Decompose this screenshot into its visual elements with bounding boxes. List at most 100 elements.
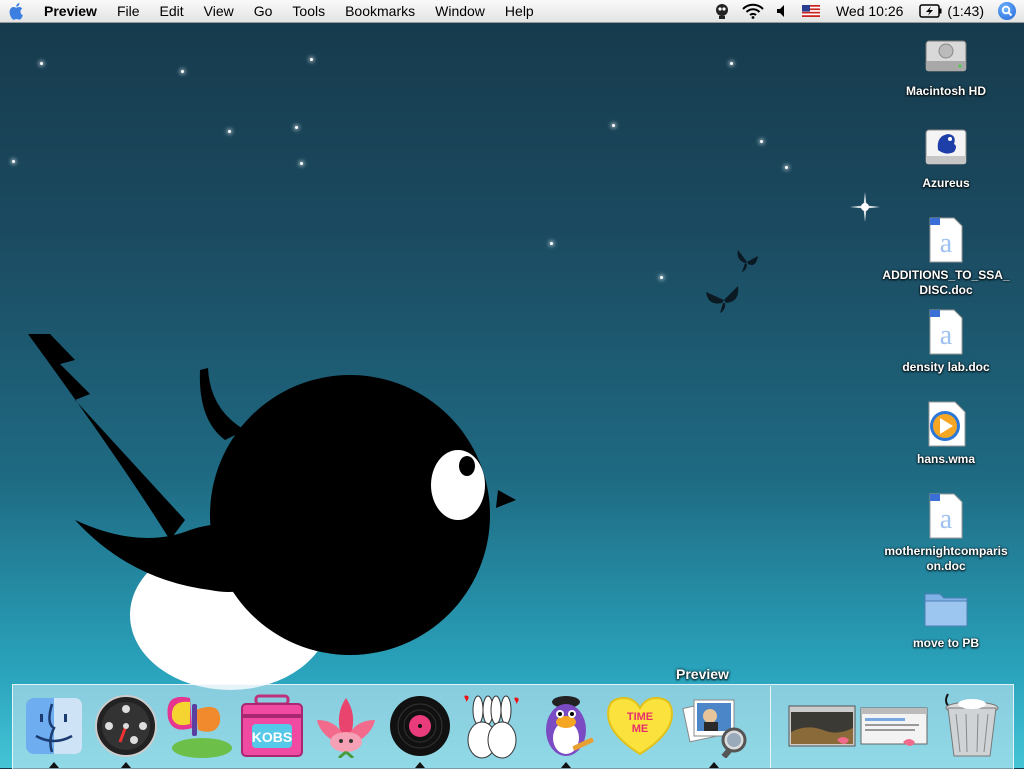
- menu-file[interactable]: File: [107, 0, 150, 22]
- desktop-icon-label: hans.wma: [916, 452, 976, 466]
- star: [295, 126, 298, 129]
- hard-drive-icon: [923, 32, 969, 80]
- dock-separator: [770, 686, 771, 768]
- menu-app-name[interactable]: Preview: [34, 0, 107, 22]
- toolbox-icon: KOBS: [241, 694, 303, 757]
- dock-item-dashboard[interactable]: [90, 690, 162, 762]
- dock-item-minimized-window-2[interactable]: [858, 690, 930, 762]
- candy-heart-icon: TIME ME: [606, 696, 674, 756]
- azureus-disk-icon: [923, 124, 969, 172]
- desktop-icon-mothernight-doc[interactable]: a mothernightcomparis on.doc: [876, 492, 1016, 574]
- svg-text:KOBS: KOBS: [252, 729, 292, 745]
- candy-heart-text-bottom: ME: [632, 723, 649, 735]
- clock[interactable]: Wed 10:26: [826, 3, 913, 19]
- desktop-icon-additions-doc[interactable]: a ADDITIONS_TO_SSA_ DISC.doc: [876, 216, 1016, 298]
- dock-item-trash[interactable]: [936, 690, 1008, 762]
- wifi-icon: [742, 3, 764, 19]
- desktop-icon-azureus[interactable]: Azureus: [876, 124, 1016, 191]
- folder-icon: [923, 584, 969, 632]
- menu-help[interactable]: Help: [495, 0, 544, 22]
- menu-edit[interactable]: Edit: [150, 0, 194, 22]
- input-menu-item[interactable]: [796, 5, 826, 17]
- running-indicator: [121, 762, 131, 768]
- desktop-icon-label: ADDITIONS_TO_SSA_ DISC.doc: [882, 268, 1010, 297]
- menu-tools[interactable]: Tools: [282, 0, 335, 22]
- word-document-icon: a: [923, 216, 969, 264]
- finder-icon: [26, 698, 82, 754]
- spotlight-button[interactable]: [998, 2, 1016, 20]
- star: [660, 276, 663, 279]
- us-flag-icon: [801, 5, 820, 17]
- penguin-icon: [546, 696, 594, 756]
- butterfly-silhouette: [706, 286, 739, 313]
- star: [12, 160, 15, 163]
- apple-icon: [9, 3, 23, 20]
- vinyl-record-icon: [390, 696, 450, 756]
- preview-icon: [682, 699, 747, 758]
- battery-charging-icon: [919, 4, 942, 18]
- svg-text:a: a: [940, 320, 953, 351]
- battery-time: (1:43): [947, 3, 984, 19]
- menu-extras: Wed 10:26 (1:43): [708, 0, 1024, 22]
- volume-status-item[interactable]: [770, 4, 796, 18]
- desktop-icon-label: density lab.doc: [902, 360, 990, 374]
- running-indicator: [709, 762, 719, 768]
- star: [181, 70, 184, 73]
- svg-text:a: a: [940, 228, 953, 259]
- dock-item-flower[interactable]: [310, 690, 382, 762]
- desktop-icon-density-lab[interactable]: a density lab.doc: [876, 308, 1016, 375]
- dock-item-kobe-box[interactable]: KOBS: [236, 690, 308, 762]
- menu-bookmarks[interactable]: Bookmarks: [335, 0, 425, 22]
- svg-text:a: a: [940, 504, 953, 535]
- dock-tooltip: Preview: [676, 666, 729, 682]
- desktop-icon-label: mothernightcomparis on.doc: [884, 544, 1008, 573]
- menu-window[interactable]: Window: [425, 0, 495, 22]
- star: [40, 62, 43, 65]
- menu-go[interactable]: Go: [244, 0, 283, 22]
- minimized-window-thumbnail: [788, 705, 856, 747]
- dock-item-candy-heart[interactable]: TIME ME: [604, 690, 676, 762]
- dock-item-penguin[interactable]: [530, 690, 602, 762]
- speaker-icon: [776, 5, 784, 17]
- bird-illustration: [28, 334, 516, 690]
- word-document-icon: a: [923, 308, 969, 356]
- butterfly-silhouette: [737, 250, 758, 272]
- star: [550, 242, 553, 245]
- desktop-icon-label: Macintosh HD: [905, 84, 986, 98]
- dock-item-minimized-window-1[interactable]: [786, 690, 858, 762]
- alien-user-icon: [715, 4, 728, 19]
- star: [300, 162, 303, 165]
- running-indicator: [415, 762, 425, 768]
- minimized-window-thumbnail: [860, 707, 928, 746]
- airport-status-item[interactable]: [736, 3, 770, 19]
- battery-status-item[interactable]: (1:43): [913, 3, 990, 19]
- menu-view[interactable]: View: [194, 0, 244, 22]
- running-indicator: [561, 762, 571, 768]
- desktop-icon-label: move to PB: [912, 636, 979, 650]
- dock-item-bunnies[interactable]: [456, 690, 528, 762]
- dock-item-finder[interactable]: [18, 690, 90, 762]
- desktop-icon-macintosh-hd[interactable]: Macintosh HD: [876, 32, 1016, 99]
- menu-bar: Preview File Edit View Go Tools Bookmark…: [0, 0, 1024, 23]
- user-status-item[interactable]: [708, 3, 736, 19]
- flower-icon: [317, 698, 375, 758]
- butterfly-icon: [167, 696, 232, 758]
- word-document-icon: a: [923, 492, 969, 540]
- candy-heart-text-top: TIME: [627, 711, 653, 723]
- apple-menu[interactable]: [0, 2, 34, 20]
- dock-item-butterfly[interactable]: [162, 690, 234, 762]
- star: [760, 140, 763, 143]
- dock-item-record[interactable]: [384, 690, 456, 762]
- trash-icon: [945, 693, 999, 757]
- star: [612, 124, 615, 127]
- desktop-icon-label: Azureus: [922, 176, 970, 190]
- desktop-icon-hans-wma[interactable]: hans.wma: [876, 400, 1016, 467]
- media-file-icon: [923, 400, 969, 448]
- star: [785, 166, 788, 169]
- dock-item-preview[interactable]: [678, 690, 750, 762]
- star: [730, 62, 733, 65]
- star: [310, 58, 313, 61]
- star: [228, 130, 231, 133]
- desktop-icon-move-to-pb[interactable]: move to PB: [876, 584, 1016, 651]
- running-indicator: [49, 762, 59, 768]
